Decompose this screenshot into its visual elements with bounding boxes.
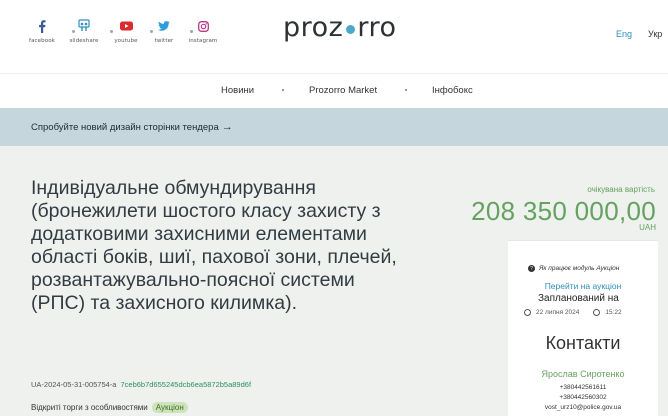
youtube-label: youtube	[114, 38, 138, 44]
new-design-banner[interactable]: Спробуйте новий дизайн сторінки тендера →	[0, 108, 668, 146]
prozorro-logo[interactable]: proz rro	[283, 12, 397, 43]
contacts-heading: Контакти	[545, 333, 621, 353]
how-auction-text: Як працює модуль Аукціон	[539, 265, 620, 272]
procedure-type: Відкриті торги з особливостями	[31, 403, 148, 412]
arrow-right-icon: →	[221, 121, 233, 133]
logo-text-left: proz	[283, 12, 344, 43]
logo-text-right: rro	[357, 12, 397, 43]
lang-en-link[interactable]: Eng	[616, 29, 632, 39]
slideshare-label: slideshare	[69, 38, 99, 44]
expected-amount: 208 350 000,00	[471, 196, 656, 226]
contact-email[interactable]: vost_urz10@police.gov.ua	[508, 404, 658, 411]
auction-datetime: 22 липня 2024 15:22	[524, 309, 622, 316]
auction-status: Запланований на	[538, 293, 619, 304]
go-to-auction-link[interactable]: Перейти на аукціон	[508, 281, 658, 291]
tender-id-row: UA-2024-05-31-005754-a 7ceb6b7d655245dcb6…	[31, 380, 251, 389]
auction-time: 15:22	[605, 309, 622, 316]
facebook-label: facebook	[29, 38, 55, 44]
page: facebook slideshare youtube twitter inst…	[0, 0, 668, 416]
auction-date: 22 липня 2024	[536, 309, 580, 316]
instagram-icon	[197, 18, 209, 34]
contact-phone-2[interactable]: +380442560302	[508, 394, 658, 401]
tender-id: UA-2024-05-31-005754-a	[31, 380, 117, 389]
logo-dot	[346, 25, 356, 34]
nav-item-market[interactable]: Prozorro Market	[309, 85, 377, 96]
auction-card: ? Як працює модуль Аукціон Перейти на аук…	[508, 240, 658, 416]
facebook-link[interactable]: facebook	[20, 18, 64, 44]
contact-person: Ярослав Сиротенко	[541, 369, 625, 379]
tender-title: Індивідуальне обмундирування (бронежилет…	[31, 177, 397, 314]
main-nav: Новини Prozorro Market Інфобокс	[0, 73, 668, 108]
facebook-icon	[38, 18, 46, 34]
tender-hash[interactable]: 7ceb6b7d655245dcb6ea5872b5a89d6f	[120, 380, 251, 389]
currency: UAH	[639, 223, 656, 232]
banner-link[interactable]: Спробуйте новий дизайн сторінки тендера →	[31, 121, 233, 133]
nav-divider	[405, 89, 407, 91]
instagram-link[interactable]: instagram	[181, 18, 225, 44]
slideshare-icon	[78, 18, 90, 34]
auction-badge: Аукціон	[151, 402, 188, 413]
instagram-label: instagram	[188, 38, 218, 44]
twitter-label: twitter	[154, 38, 174, 44]
nav-item-infobox[interactable]: Інфобокс	[432, 85, 473, 96]
nav-item-news[interactable]: Новини	[221, 85, 254, 96]
site-header: facebook slideshare youtube twitter inst…	[0, 0, 668, 73]
clock-icon	[524, 309, 531, 316]
nav-divider	[282, 89, 284, 91]
twitter-link[interactable]: twitter	[142, 18, 186, 44]
lang-uk-link[interactable]: Укр	[648, 29, 662, 39]
expected-value-label: очікувана вартість	[587, 185, 655, 194]
twitter-icon	[158, 18, 170, 34]
how-auction-link[interactable]: ? Як працює модуль Аукціон	[528, 265, 619, 272]
slideshare-link[interactable]: slideshare	[62, 18, 106, 44]
clock-icon	[593, 309, 601, 316]
procedure-row: Відкриті торги з особливостями Аукціон	[31, 402, 188, 413]
youtube-icon	[119, 18, 133, 34]
contact-phone-1[interactable]: +380442561611	[508, 384, 658, 391]
banner-text: Спробуйте новий дизайн сторінки тендера	[31, 122, 219, 133]
question-icon: ?	[528, 265, 535, 272]
